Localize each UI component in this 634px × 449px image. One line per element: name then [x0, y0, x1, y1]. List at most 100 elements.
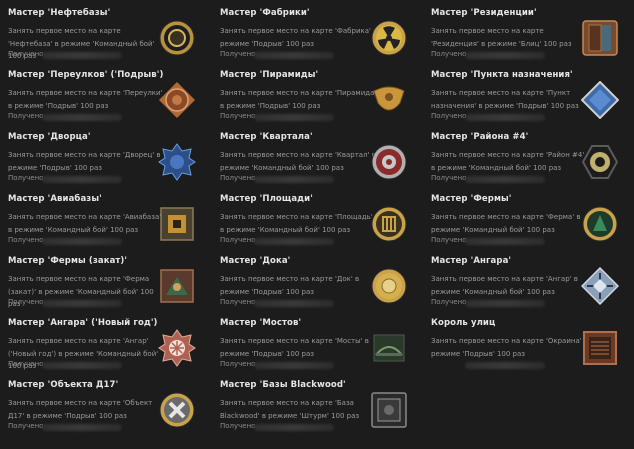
- redacted-date: [42, 362, 122, 369]
- redacted-date: [254, 114, 334, 121]
- achievement-card: Мастер 'Дока' Занять первое место на карт…: [212, 248, 420, 310]
- redacted-date: [42, 300, 122, 307]
- achievement-description: Занять первое место на карте 'База Black…: [220, 399, 360, 420]
- achievement-card: Мастер 'Резиденции' Занять первое место н…: [423, 0, 631, 62]
- achievement-card: Мастер 'Нефтебазы' Занять первое место на…: [0, 0, 208, 62]
- achievement-card: Мастер 'Мостов' Занять первое место на ка…: [212, 310, 420, 372]
- snowflake-medal-icon: [158, 329, 196, 367]
- achievement-status: Получено: [431, 112, 467, 120]
- eagle-medal-icon: [370, 81, 408, 119]
- achievement-title: Мастер 'Резиденции': [431, 8, 537, 18]
- redacted-date: [42, 176, 122, 183]
- achievement-title: Мастер 'Фабрики': [220, 8, 310, 18]
- achievement-title: Король улиц: [431, 318, 496, 328]
- destination-medal-icon: [581, 81, 619, 119]
- achievement-description: Занять первое место на карте 'Фабрика' в…: [220, 27, 378, 48]
- achievement-description: Занять первое место на карте 'Пирамида' …: [220, 89, 377, 110]
- alley-medal-icon: [158, 81, 196, 119]
- achievement-status: Получено: [8, 298, 44, 306]
- achievement-card: Мастер 'Авиабазы' Занять первое место на …: [0, 186, 208, 248]
- bridge-medal-icon: [370, 329, 408, 367]
- achievement-status: Получено: [220, 50, 256, 58]
- achievement-description: Занять первое место на карте 'Квартал' в…: [220, 151, 376, 172]
- achievement-card: Мастер 'Переулков' ('Подрыв') Занять перв…: [0, 62, 208, 124]
- achievement-card: Мастер 'Базы Blackwood' Занять первое мес…: [212, 372, 420, 434]
- achievement-description: Занять первое место на карте 'Пункт назн…: [431, 89, 579, 110]
- achievement-title: Мастер 'Дока': [220, 256, 291, 266]
- achievement-description: Занять первое место на карте 'Окраина' в…: [431, 337, 589, 358]
- achievement-status: Получено: [8, 174, 44, 182]
- dock-medal-icon: [370, 267, 408, 305]
- achievement-description: Занять первое место на карте 'Переулки' …: [8, 89, 163, 110]
- achievement-status: Получено: [8, 236, 44, 244]
- achievement-description: Занять первое место на карте 'Объект Д17…: [8, 399, 153, 420]
- door-medal-icon: [581, 19, 619, 57]
- achievement-status: Получено: [8, 360, 44, 368]
- achievement-title: Мастер 'Фермы (закат)': [8, 256, 128, 266]
- redacted-date: [465, 176, 545, 183]
- farm-medal-icon: [581, 205, 619, 243]
- achievement-title: Мастер 'Объекта Д17': [8, 380, 119, 390]
- achievement-status: Получено: [431, 298, 467, 306]
- palace-medal-icon: [158, 143, 196, 181]
- redacted-date: [254, 424, 334, 431]
- achievement-card: Мастер 'Ангара' ('Новый год') Занять перв…: [0, 310, 208, 372]
- achievement-card: Мастер 'Фермы (закат)' Занять первое мест…: [0, 248, 208, 310]
- achievement-status: Получено: [220, 112, 256, 120]
- achievement-status: Получено: [431, 174, 467, 182]
- achievement-description: Занять первое место на карте 'Площадь' в…: [220, 213, 373, 234]
- achievement-title: Мастер 'Дворца': [8, 132, 91, 142]
- achievement-card: Мастер 'Квартала' Занять первое место на …: [212, 124, 420, 186]
- farm-sunset-medal-icon: [158, 267, 196, 305]
- redacted-date: [254, 238, 334, 245]
- achievement-description: Занять первое место на карте 'Ферма' в р…: [431, 213, 581, 234]
- redacted-date: [254, 176, 334, 183]
- achievement-description: Занять первое место на карте 'Район #4' …: [431, 151, 585, 172]
- achievement-description: Занять первое место на карте 'Дворец' в …: [8, 151, 161, 172]
- achievement-card: Король улиц Занять первое место на карте …: [423, 310, 631, 372]
- achievement-description: Занять первое место на карте 'Мосты' в р…: [220, 337, 369, 358]
- redacted-date: [42, 114, 122, 121]
- achievement-status: Получено: [220, 174, 256, 182]
- oil-base-medal-icon: [158, 19, 196, 57]
- achievements-grid: Мастер 'Нефтебазы' Занять первое место на…: [0, 0, 634, 449]
- redacted-date: [465, 114, 545, 121]
- achievement-title: Мастер 'Площади': [220, 194, 313, 204]
- achievement-card: Мастер 'Пункта назначения' Занять первое …: [423, 62, 631, 124]
- achievement-status: Получено: [220, 236, 256, 244]
- achievement-title: Мастер 'Нефтебазы': [8, 8, 111, 18]
- achievement-description: Занять первое место на карте 'Резиденция…: [431, 27, 572, 48]
- achievement-status: Получено: [220, 422, 256, 430]
- achievement-title: Мастер 'Ангара' ('Новый год'): [8, 318, 158, 328]
- achievement-status: Получено: [8, 112, 44, 120]
- achievement-title: Мастер 'Базы Blackwood': [220, 380, 346, 390]
- redacted-date: [254, 362, 334, 369]
- achievement-title: Мастер 'Пирамиды': [220, 70, 319, 80]
- blackwood-medal-icon: [370, 391, 408, 429]
- achievement-status: Получено: [8, 50, 44, 58]
- achievement-status: Получено: [220, 360, 256, 368]
- achievement-title: Мастер 'Мостов': [220, 318, 302, 328]
- achievement-status: Получено: [431, 50, 467, 58]
- redacted-date: [254, 52, 334, 59]
- achievement-card: Мастер 'Дворца' Занять первое место на ка…: [0, 124, 208, 186]
- achievement-status: Получено: [431, 236, 467, 244]
- redacted-date: [42, 52, 122, 59]
- quarter-medal-icon: [370, 143, 408, 181]
- achievement-description: Занять первое место на карте 'Док' в реж…: [220, 275, 360, 296]
- achievement-title: Мастер 'Фермы': [431, 194, 512, 204]
- redacted-date: [465, 362, 545, 369]
- street-king-medal-icon: [581, 329, 619, 367]
- biohazard-medal-icon: [581, 143, 619, 181]
- airbase-medal-icon: [158, 205, 196, 243]
- achievement-description: Занять первое место на карте 'Ангар' в р…: [431, 275, 578, 296]
- achievement-title: Мастер 'Района #4': [431, 132, 529, 142]
- achievement-card: Мастер 'Площади' Занять первое место на к…: [212, 186, 420, 248]
- achievement-title: Мастер 'Ангара': [431, 256, 512, 266]
- achievement-title: Мастер 'Пункта назначения': [431, 70, 573, 80]
- redacted-date: [42, 424, 122, 431]
- square-medal-icon: [370, 205, 408, 243]
- redacted-date: [42, 238, 122, 245]
- redacted-date: [465, 52, 545, 59]
- achievement-description: Занять первое место на карте 'Авиабаза' …: [8, 213, 162, 234]
